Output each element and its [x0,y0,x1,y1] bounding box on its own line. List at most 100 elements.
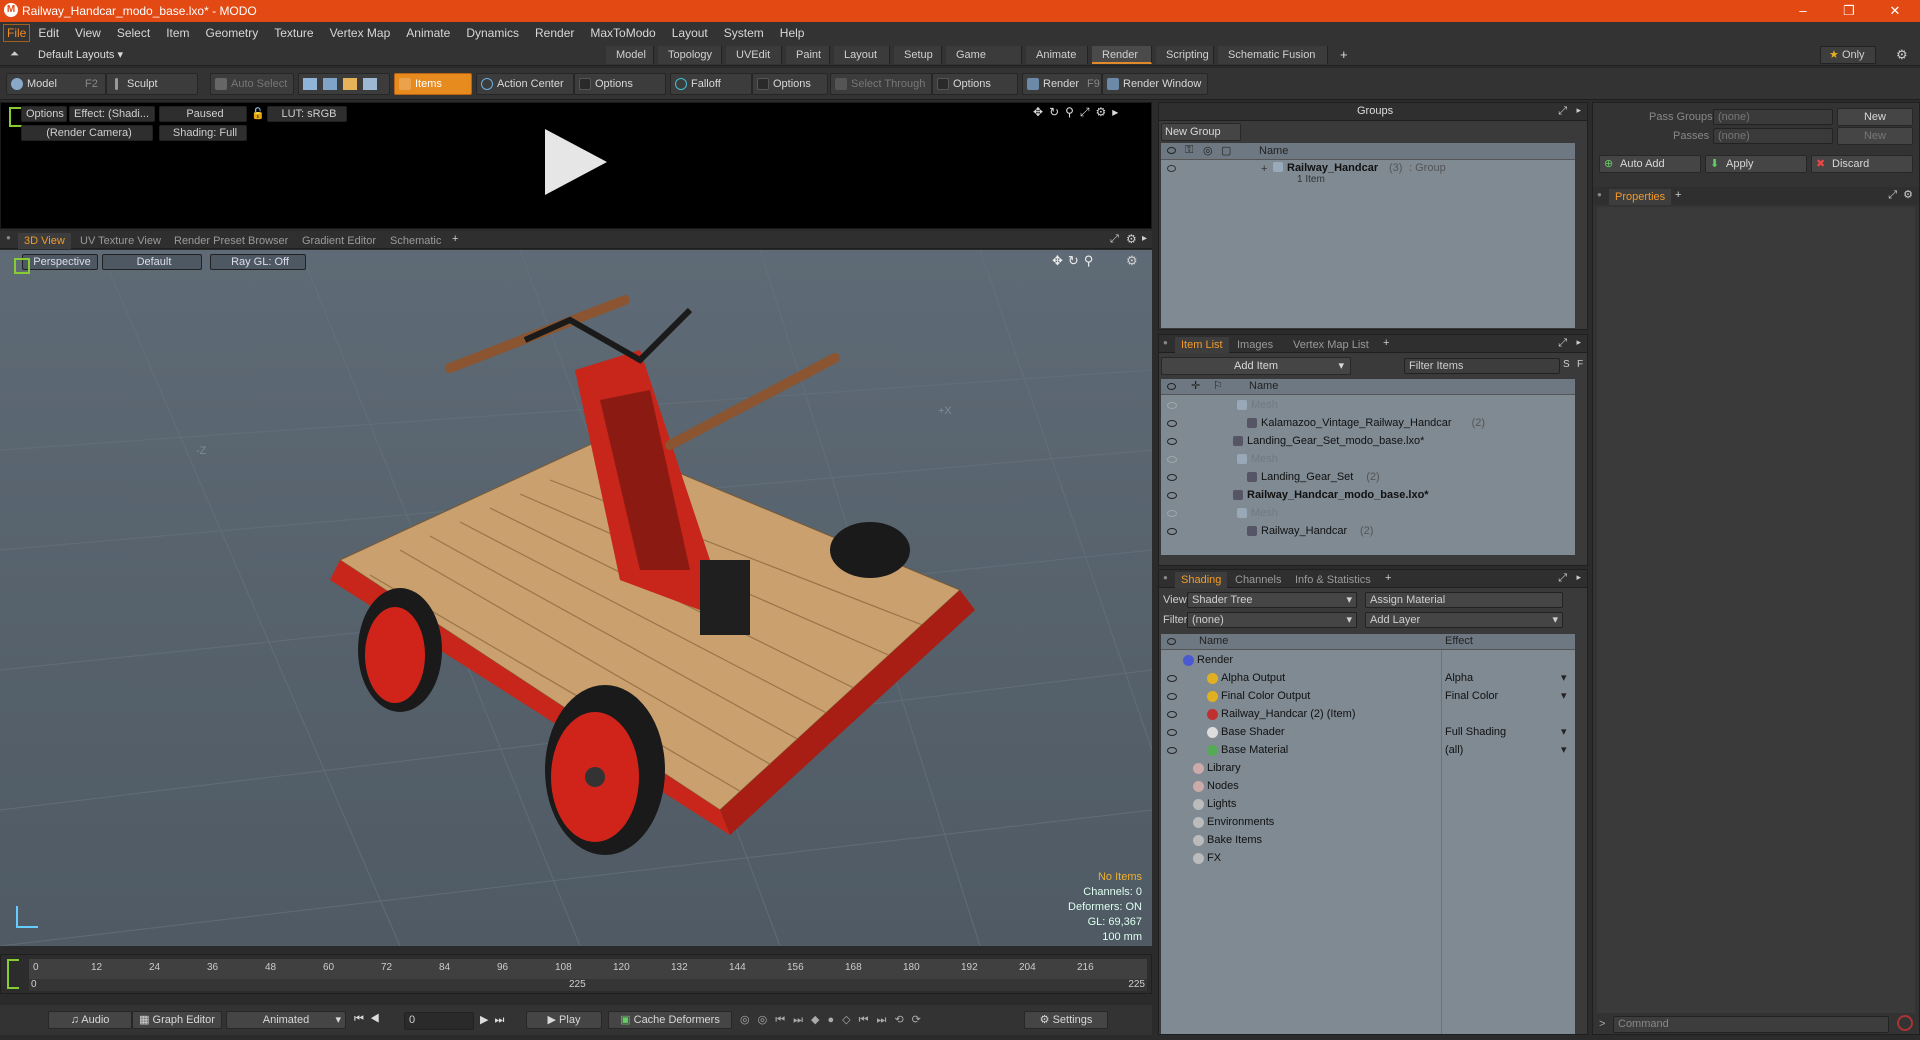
model-mode-button[interactable]: Model F2 [6,73,106,95]
key-del-icon[interactable]: ◇ [842,1014,858,1026]
gear-icon[interactable]: ⚙ [1126,232,1137,246]
layout-tab-uvedit[interactable]: UVEdit [726,46,782,64]
chevron-down-icon[interactable]: ▾ [1561,741,1567,759]
add-tab-icon[interactable]: + [452,233,458,245]
action-center-button[interactable]: Action Center [476,73,574,95]
default-layouts-dropdown[interactable]: Default Layouts ▾ [38,48,123,61]
add-tab-icon[interactable]: + [1675,189,1681,201]
maximize-icon[interactable]: ⤢ [1558,337,1567,350]
item-list-row[interactable]: Mesh [1161,504,1575,522]
lock-icon[interactable]: ⚿ [1185,144,1193,157]
eye-icon[interactable] [1167,638,1176,645]
lock-icon[interactable]: ✛ [1191,379,1200,392]
menu-item-view[interactable]: View [67,26,109,40]
search-option-f-icon[interactable]: F [1577,359,1583,370]
menu-item-dynamics[interactable]: Dynamics [458,26,527,40]
maximize-icon[interactable]: ⤢ [1558,105,1567,118]
layout-tab-paint[interactable]: Paint [786,46,830,64]
viewport-gear-icon[interactable]: ⚙ [1126,253,1138,269]
items-mode-button[interactable]: Items [394,73,472,95]
shader-row[interactable]: Alpha Output Alpha ▾ [1161,669,1575,687]
skip-back-icon[interactable]: ⏮ [859,1014,877,1026]
panel-menu-icon[interactable]: ● [6,233,11,242]
eye-icon[interactable] [1167,492,1177,499]
layout-tab-render[interactable]: Render [1092,46,1152,64]
zoom-icon[interactable]: ⚲ [1084,253,1099,268]
eye-icon[interactable] [1167,693,1177,700]
group-row[interactable]: + Railway_Handcar (3) : Group 1 Item [1161,161,1575,187]
shader-effect[interactable]: Final Color [1445,687,1498,705]
select-through-button[interactable]: Select Through [830,73,932,95]
eye-icon[interactable] [1167,383,1176,390]
new-group-button[interactable]: New Group [1161,123,1241,141]
arrow-right-icon[interactable]: ▸ [1142,233,1147,244]
command-input[interactable]: Command [1613,1016,1889,1033]
paused-toggle[interactable]: Paused [159,106,247,122]
layout-tab-setup[interactable]: Setup [894,46,942,64]
zoom-icon[interactable]: ⚲ [1065,105,1080,119]
raygl-dropdown[interactable]: Ray GL: Off [210,254,306,270]
render-icon[interactable]: ◎ [1203,144,1213,157]
shader-row[interactable]: Bake Items [1161,831,1575,849]
timeline[interactable]: 0 12 24 36 48 60 72 84 96 108 120 132 144 156 168 180 19… [0,954,1152,994]
next-key-icon[interactable]: ⏭ [793,1014,811,1026]
menu-item-maxtomodo[interactable]: MaxToModo [582,26,663,40]
eye-icon[interactable] [1167,165,1176,172]
orbit-icon[interactable]: ↻ [1068,253,1084,268]
passes-dropdown[interactable]: (none) [1713,128,1833,144]
menu-item-layout[interactable]: Layout [664,26,716,40]
item-list-row[interactable]: Landing_Gear_Set (2) [1161,468,1575,486]
select-options-button[interactable]: Options [932,73,1018,95]
properties-tab[interactable]: Properties [1609,189,1672,205]
fit-icon[interactable]: ⤢ [1080,105,1096,119]
add-tab-icon[interactable]: + [1385,572,1391,584]
layout-tab-schematic-fusion[interactable]: Schematic Fusion [1218,46,1328,64]
maximize-icon[interactable]: ⤢ [1558,572,1567,585]
eye-icon[interactable] [1167,747,1177,754]
shader-row[interactable]: Render [1161,651,1575,669]
frame-input[interactable]: 0 [404,1012,474,1030]
item-list-tab-images[interactable]: Images [1231,337,1279,353]
timeline-ruler[interactable]: 0 12 24 36 48 60 72 84 96 108 120 132 144 156 168 180 19… [29,959,1147,979]
move-icon[interactable]: ✥ [1033,105,1049,119]
eye-icon[interactable] [1167,729,1177,736]
play-button[interactable]: ▶ Play [526,1011,602,1029]
item-list-row[interactable]: Kalamazoo_Vintage_Railway_Handcar (2) [1161,414,1575,432]
settings-button[interactable]: ⚙ Settings [1024,1011,1108,1029]
camera-dropdown[interactable]: (Render Camera) [21,125,153,141]
audio-button[interactable]: ♫ Audio [48,1011,132,1029]
chevron-down-icon[interactable]: ▾ [1561,723,1567,741]
arrow-right-icon[interactable]: ▸ [1576,337,1581,348]
arrow-right-icon[interactable]: ▸ [1576,572,1581,583]
animated-dropdown[interactable]: Animated ▾ [226,1011,346,1029]
chevron-down-icon[interactable]: ▾ [1561,669,1567,687]
only-toggle[interactable]: ★ Only [1820,46,1876,64]
add-layer-dropdown[interactable]: Add Layer ▾ [1365,612,1563,628]
arrow-right-icon[interactable]: ▸ [1576,105,1581,116]
shader-row[interactable]: Nodes [1161,777,1575,795]
eye-icon[interactable] [1167,402,1177,409]
menu-item-render[interactable]: Render [527,26,582,40]
shader-row[interactable]: Environments [1161,813,1575,831]
arrow-right-icon[interactable]: ▸ [1112,105,1124,119]
options-button[interactable]: Options [21,106,67,122]
shader-row[interactable]: Final Color Output Final Color ▾ [1161,687,1575,705]
item-list-row[interactable]: Railway_Handcar_modo_base.lxo* [1161,486,1575,504]
key-set-icon[interactable]: ◆ [811,1014,827,1026]
viewport-tab-uv-texture-view[interactable]: UV Texture View [74,233,167,249]
handcar-model[interactable] [0,250,1152,946]
gear-icon[interactable]: ⚙ [1896,47,1908,63]
eye-icon[interactable] [1167,711,1177,718]
falloff-options-button[interactable]: Options [752,73,828,95]
first-frame-icon[interactable]: ⏮ [354,1013,370,1025]
layout-tab-animate[interactable]: Animate [1026,46,1088,64]
item-list-row[interactable]: Mesh [1161,396,1575,414]
layout-tab-layout[interactable]: Layout [834,46,890,64]
minimize-icon[interactable]: – [1780,0,1826,22]
key-all-icon[interactable]: ◎ [758,1014,776,1026]
item-list-tab-item-list[interactable]: Item List [1175,337,1229,353]
edges-icon[interactable] [323,78,337,91]
eye-icon[interactable] [1167,456,1177,463]
layout-tab-scripting[interactable]: Scripting [1156,46,1214,64]
view-dropdown[interactable]: Shader Tree ▾ [1187,592,1357,608]
